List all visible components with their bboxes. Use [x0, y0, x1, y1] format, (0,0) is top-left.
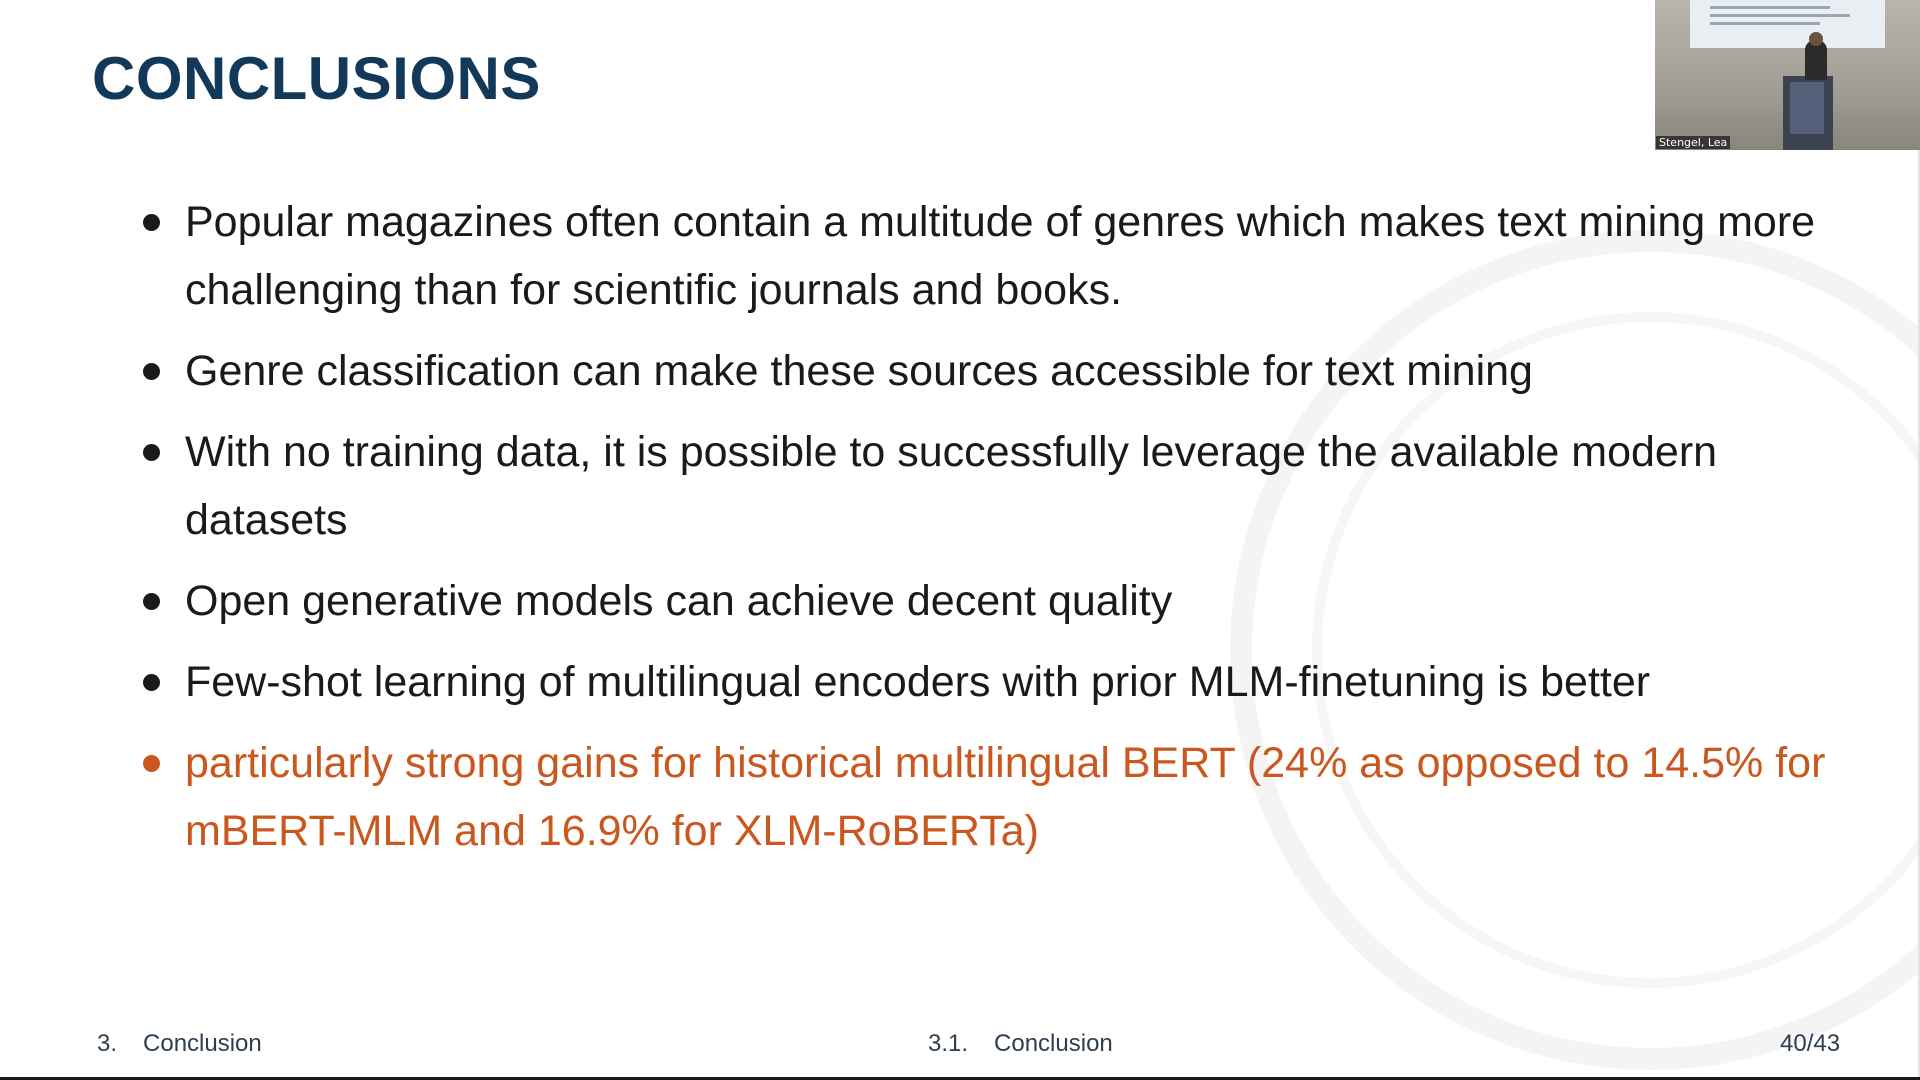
bullet-item: Popular magazines often contain a multit… — [140, 188, 1840, 324]
bullet-dot-icon — [143, 444, 160, 461]
bullet-list: Popular magazines often contain a multit… — [140, 188, 1840, 878]
bullet-dot-icon — [143, 674, 160, 691]
bullet-text: Few-shot learning of multilingual encode… — [185, 658, 1651, 706]
bullet-item: Genre classification can make these sour… — [140, 337, 1840, 405]
footer-subsection-number: 3.1. — [928, 1030, 969, 1057]
bullet-dot-icon — [143, 593, 160, 610]
bullet-text: Open generative models can achieve decen… — [185, 577, 1173, 625]
webcam-speaker-head — [1809, 32, 1823, 46]
bullet-text: Genre classification can make these sour… — [185, 347, 1533, 395]
bullet-item: With no training data, it is possible to… — [140, 418, 1840, 554]
bullet-text: particularly strong gains for historical… — [185, 739, 1826, 855]
footer-subsection-name: Conclusion — [994, 1030, 1113, 1057]
participant-name-label: Stengel, Lea — [1656, 136, 1731, 149]
webcam-thumbnail[interactable]: Stengel, Lea — [1655, 0, 1920, 150]
webcam-poster — [1790, 82, 1824, 134]
screen-text-line — [1710, 6, 1830, 9]
screen-text-line — [1710, 22, 1820, 25]
footer-section-name: Conclusion — [143, 1030, 262, 1057]
footer-subsection: 3.1. Conclusion — [928, 1030, 1113, 1058]
presentation-slide: CONCLUSIONS Popular magazines often cont… — [0, 0, 1920, 1080]
bullet-item-highlighted: particularly strong gains for historical… — [140, 729, 1840, 865]
bullet-dot-icon — [143, 755, 160, 772]
webcam-speaker — [1805, 40, 1827, 80]
page-counter: 40/43 — [1780, 1030, 1841, 1057]
bullet-dot-icon — [143, 363, 160, 380]
bullet-text: Popular magazines often contain a multit… — [185, 198, 1816, 314]
footer-section-number: 3. — [97, 1030, 118, 1057]
bullet-item: Open generative models can achieve decen… — [140, 567, 1840, 635]
bullet-item: Few-shot learning of multilingual encode… — [140, 648, 1840, 716]
screen-text-line — [1710, 14, 1850, 17]
bullet-text: With no training data, it is possible to… — [185, 428, 1718, 544]
webcam-projection-screen — [1690, 0, 1885, 48]
bullet-dot-icon — [143, 214, 160, 231]
footer-section: 3. Conclusion — [97, 1030, 262, 1058]
slide-title: CONCLUSIONS — [92, 45, 541, 112]
